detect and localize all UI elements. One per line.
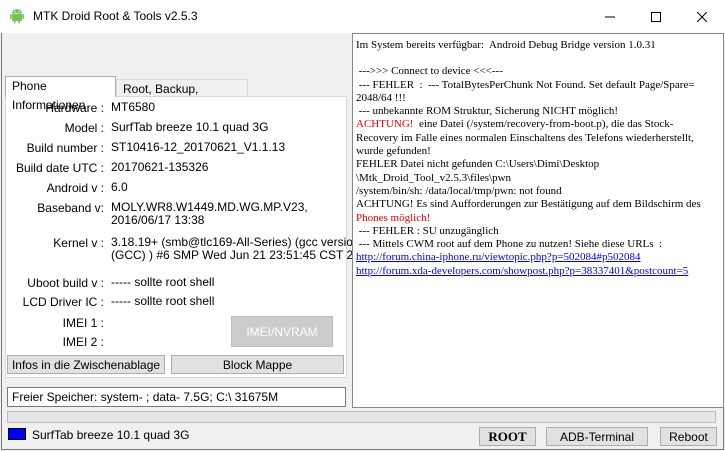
forum-link[interactable]: http://forum.china-iphone.ru/viewtopic.p… (356, 251, 720, 264)
log-line: --- FEHLER : --- TotalBytesPerChunk Not … (356, 78, 695, 104)
imei2-label: IMEI 2 : (62, 335, 104, 349)
baseband-label: Baseband v: (37, 201, 104, 215)
free-space-field: Freier Speicher: system- ; data- 7.5G; C… (7, 387, 346, 407)
android-version-label: Android v : (46, 181, 104, 195)
kernel-value: 3.18.19+ (smb@tlc169-All-Series) (gcc ve… (111, 235, 380, 262)
maximize-icon (651, 11, 661, 22)
close-button[interactable] (679, 0, 725, 33)
log-line: FEHLER Datei nicht gefunden C:\Users\Dim… (356, 158, 600, 197)
log-line: ACHTUNG! eine Datei (/system/recovery-fr… (356, 118, 720, 158)
model-value: SurfTab breeze 10.1 quad 3G (111, 120, 269, 134)
minimize-button[interactable] (587, 0, 633, 33)
baseband-value: MOLY.WR8.W1449.MD.WG.MP.V23, 2016/06/17 … (111, 200, 308, 227)
uboot-label: Uboot build v : (27, 276, 104, 290)
root-button[interactable]: ROOT (479, 427, 536, 446)
kernel-label: Kernel v : (53, 236, 104, 250)
log-line: --->>> Connect to device <<<--- (356, 65, 503, 78)
close-icon (697, 11, 707, 22)
log-line: --- unbekannte ROM Struktur, Sicherung N… (356, 105, 619, 118)
maximize-button[interactable] (633, 0, 679, 33)
uboot-value: ----- sollte root shell (111, 275, 215, 289)
warning-text: ACHTUNG! (356, 118, 414, 131)
android-version-value: 6.0 (111, 180, 128, 194)
log-line: ACHTUNG! Es sind Aufforderungen zur Best… (356, 198, 701, 211)
forum-link[interactable]: http://forum.xda-developers.com/showpost… (356, 265, 720, 278)
device-name: SurfTab breeze 10.1 quad 3G (32, 428, 190, 442)
device-color-indicator (8, 428, 26, 440)
window-title: MTK Droid Root & Tools v2.5.3 (33, 9, 198, 23)
log-line: --- FEHLER : SU unzugänglich (356, 224, 499, 237)
build-date-label: Build date UTC : (15, 161, 104, 175)
build-number-label: Build number : (26, 141, 104, 155)
build-number-value: ST10416-12_20170621_V1.1.13 (111, 140, 286, 154)
warning-text: Phones möglich! (356, 211, 431, 224)
minimize-icon (605, 16, 615, 17)
android-icon (10, 9, 24, 24)
tab-phone-info[interactable]: Phone Informationen (5, 76, 116, 112)
build-date-value: 20170621-135326 (111, 160, 209, 174)
adb-terminal-button[interactable]: ADB-Terminal (546, 427, 648, 446)
progress-bar (7, 411, 716, 423)
log-output[interactable]: Im System bereits verfügbar: Android Deb… (352, 33, 724, 408)
imei1-label: IMEI 1 : (62, 316, 104, 330)
model-label: Model : (64, 121, 104, 135)
hardware-value: MT6580 (111, 100, 156, 114)
log-line: Im System bereits verfügbar: Android Deb… (356, 39, 656, 51)
lcd-driver-label: LCD Driver IC : (22, 295, 104, 309)
copy-to-clipboard-button[interactable]: Infos in die Zwischenablage (7, 355, 165, 374)
imei-nvram-button[interactable]: IMEI/NVRAM (231, 316, 333, 347)
reboot-button[interactable]: Reboot (660, 427, 717, 446)
block-map-button[interactable]: Block Mappe (171, 355, 344, 374)
title-bar: MTK Droid Root & Tools v2.5.3 (0, 0, 725, 33)
lcd-driver-value: ----- sollte root shell (111, 294, 215, 308)
log-line: --- Mittels CWM root auf dem Phone zu nu… (356, 238, 663, 251)
